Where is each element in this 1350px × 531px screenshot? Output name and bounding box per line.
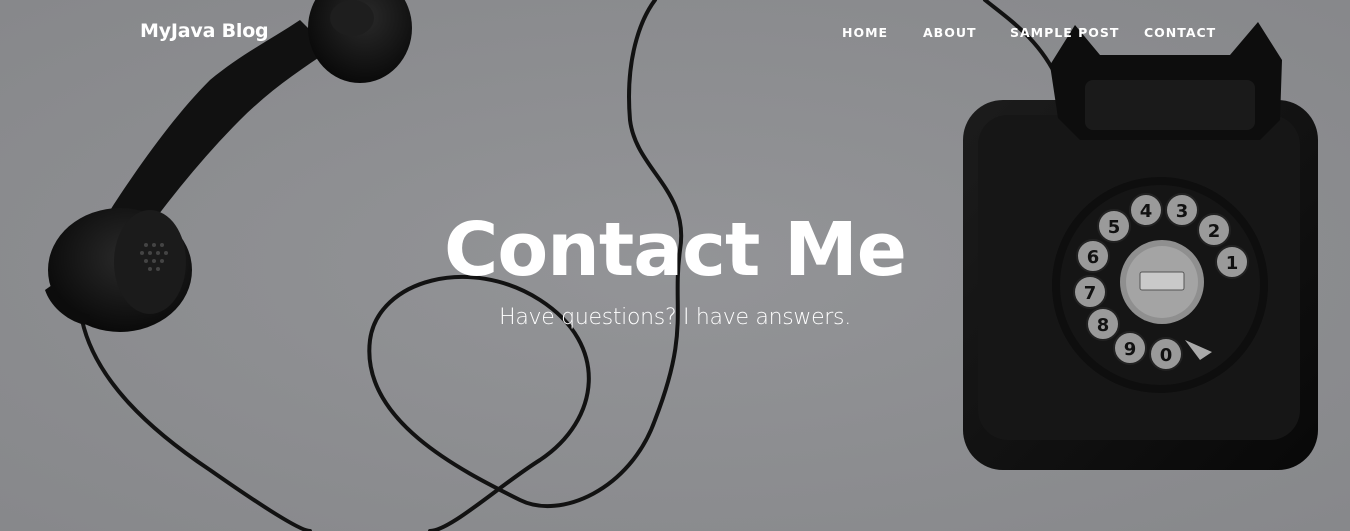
page-subtitle: Have questions? I have answers. — [499, 305, 851, 330]
page-title: Contact Me — [444, 207, 907, 293]
nav-link-home[interactable]: HOME — [842, 25, 888, 40]
nav-links: HOME ABOUT SAMPLE POST CONTACT — [0, 25, 1350, 45]
nav-link-about[interactable]: ABOUT — [923, 25, 977, 40]
page-heading: Contact Me Have questions? I have answer… — [0, 200, 1350, 333]
svg-text:0: 0 — [1160, 345, 1173, 366]
svg-text:9: 9 — [1124, 339, 1137, 360]
nav-link-contact[interactable]: CONTACT — [1144, 25, 1216, 40]
nav-link-sample-post[interactable]: SAMPLE POST — [1010, 25, 1119, 40]
masthead-header: 1 2 3 4 5 6 7 8 9 0 MyJava Blog HOME ABO… — [0, 0, 1350, 531]
main-navbar: MyJava Blog HOME ABOUT SAMPLE POST CONTA… — [0, 0, 1350, 66]
